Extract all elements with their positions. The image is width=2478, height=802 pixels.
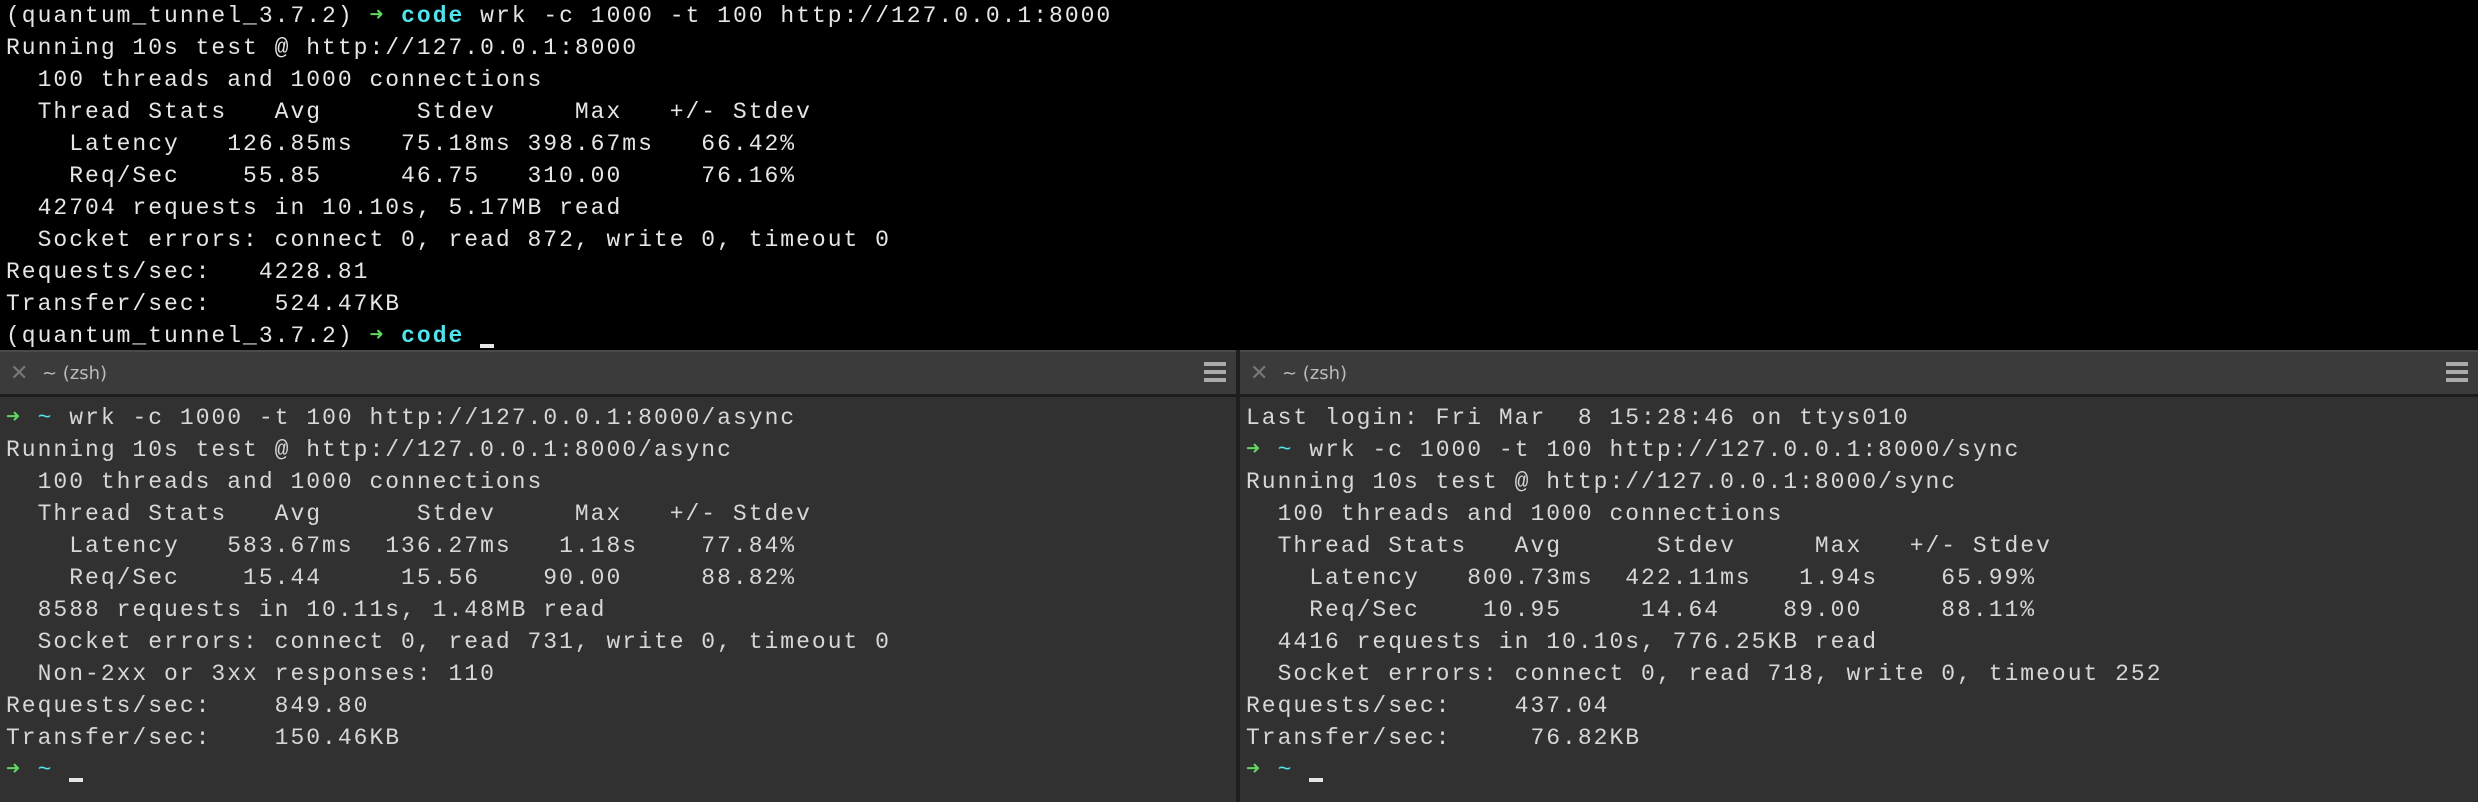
output-line: Latency 126.85ms 75.18ms 398.67ms 66.42% <box>6 131 797 157</box>
terminal-output[interactable]: (quantum_tunnel_3.7.2) ➜ code wrk -c 100… <box>0 0 2478 352</box>
current-directory: ~ <box>37 757 54 783</box>
output-line: Thread Stats Avg Stdev Max +/- Stdev <box>6 99 812 125</box>
output-line: Non-2xx or 3xx responses: 110 <box>6 661 496 687</box>
output-line: Transfer/sec: 524.47KB <box>6 291 402 317</box>
output-line: Requests/sec: 849.80 <box>6 693 370 719</box>
output-line: Latency 800.73ms 422.11ms 1.94s 65.99% <box>1246 565 2037 591</box>
output-line: Running 10s test @ http://127.0.0.1:8000… <box>1246 469 1958 495</box>
prompt-line: (quantum_tunnel_3.7.2) ➜ code <box>6 320 2478 352</box>
prompt-line: ➜ ~ <box>6 754 1236 786</box>
output-line: 100 threads and 1000 connections <box>1246 501 1784 527</box>
hamburger-menu-icon[interactable] <box>1204 362 1226 382</box>
left-terminal-pane[interactable]: ✕ ~ (zsh) ➜ ~ wrk -c 1000 -t 100 http://… <box>0 350 1236 802</box>
right-terminal-pane[interactable]: ✕ ~ (zsh) Last login: Fri Mar 8 15:28:46… <box>1240 350 2478 802</box>
current-directory: ~ <box>1277 437 1294 463</box>
output-line: Req/Sec 15.44 15.56 90.00 88.82% <box>6 565 797 591</box>
output-line: 8588 requests in 10.11s, 1.48MB read <box>6 597 607 623</box>
terminal-output[interactable]: Last login: Fri Mar 8 15:28:46 on ttys01… <box>1240 397 2478 786</box>
output-line: 100 threads and 1000 connections <box>6 67 544 93</box>
cursor-icon <box>480 344 495 348</box>
command-text <box>53 757 69 783</box>
output-line: Last login: Fri Mar 8 15:28:46 on ttys01… <box>1246 405 1910 431</box>
hamburger-menu-icon[interactable] <box>2446 362 2468 382</box>
current-directory: ~ <box>1277 757 1294 783</box>
command-text: wrk -c 1000 -t 100 http://127.0.0.1:8000… <box>53 405 797 431</box>
output-line: Req/Sec 10.95 14.64 89.00 88.11% <box>1246 597 2037 623</box>
prompt-arrow-icon: ➜ <box>6 405 22 431</box>
close-icon[interactable]: ✕ <box>1250 361 1274 386</box>
output-line: Latency 583.67ms 136.27ms 1.18s 77.84% <box>6 533 797 559</box>
cursor-icon <box>1309 778 1324 782</box>
output-line: 100 threads and 1000 connections <box>6 469 544 495</box>
current-directory: ~ <box>37 405 54 431</box>
current-directory: code <box>401 323 465 349</box>
close-icon[interactable]: ✕ <box>10 361 34 386</box>
current-directory: code <box>401 3 465 29</box>
command-text <box>464 323 480 349</box>
command-text: wrk -c 1000 -t 100 http://127.0.0.1:8000 <box>464 3 1113 29</box>
output-line: 4416 requests in 10.10s, 776.25KB read <box>1246 629 1879 655</box>
output-line: Transfer/sec: 76.82KB <box>1246 725 1642 751</box>
virtualenv-label: (quantum_tunnel_3.7.2) <box>6 3 370 29</box>
output-line: Req/Sec 55.85 46.75 310.00 76.16% <box>6 163 797 189</box>
output-line: Transfer/sec: 150.46KB <box>6 725 402 751</box>
output-line: Running 10s test @ http://127.0.0.1:8000… <box>6 437 733 463</box>
output-line: Thread Stats Avg Stdev Max +/- Stdev <box>1246 533 2052 559</box>
pane-tab-bar: ✕ ~ (zsh) <box>1240 350 2478 397</box>
output-line: Running 10s test @ http://127.0.0.1:8000 <box>6 35 639 61</box>
prompt-line: ➜ ~ wrk -c 1000 -t 100 http://127.0.0.1:… <box>1246 434 2478 466</box>
tab-title[interactable]: ~ (zsh) <box>42 363 107 384</box>
prompt-line: ➜ ~ wrk -c 1000 -t 100 http://127.0.0.1:… <box>6 402 1236 434</box>
prompt-arrow-icon: ➜ <box>369 3 386 29</box>
virtualenv-label: (quantum_tunnel_3.7.2) <box>6 323 370 349</box>
output-line: Socket errors: connect 0, read 731, writ… <box>6 629 891 655</box>
output-line: Socket errors: connect 0, read 718, writ… <box>1246 661 2163 687</box>
output-line: Requests/sec: 437.04 <box>1246 693 1610 719</box>
output-line: Socket errors: connect 0, read 872, writ… <box>6 227 891 253</box>
top-terminal-pane[interactable]: (quantum_tunnel_3.7.2) ➜ code wrk -c 100… <box>0 0 2478 350</box>
prompt-arrow-icon: ➜ <box>1246 757 1262 783</box>
terminal-output[interactable]: ➜ ~ wrk -c 1000 -t 100 http://127.0.0.1:… <box>0 397 1236 786</box>
cursor-icon <box>69 778 84 782</box>
output-line: Thread Stats Avg Stdev Max +/- Stdev <box>6 501 812 527</box>
prompt-arrow-icon: ➜ <box>369 323 386 349</box>
prompt-arrow-icon: ➜ <box>6 757 22 783</box>
output-line: 42704 requests in 10.10s, 5.17MB read <box>6 195 623 221</box>
tab-title[interactable]: ~ (zsh) <box>1282 363 1347 384</box>
command-text <box>1293 757 1309 783</box>
command-text: wrk -c 1000 -t 100 http://127.0.0.1:8000… <box>1293 437 2021 463</box>
prompt-line: (quantum_tunnel_3.7.2) ➜ code wrk -c 100… <box>6 0 2478 32</box>
prompt-arrow-icon: ➜ <box>1246 437 1262 463</box>
output-line: Requests/sec: 4228.81 <box>6 259 370 285</box>
pane-tab-bar: ✕ ~ (zsh) <box>0 350 1236 397</box>
prompt-line: ➜ ~ <box>1246 754 2478 786</box>
